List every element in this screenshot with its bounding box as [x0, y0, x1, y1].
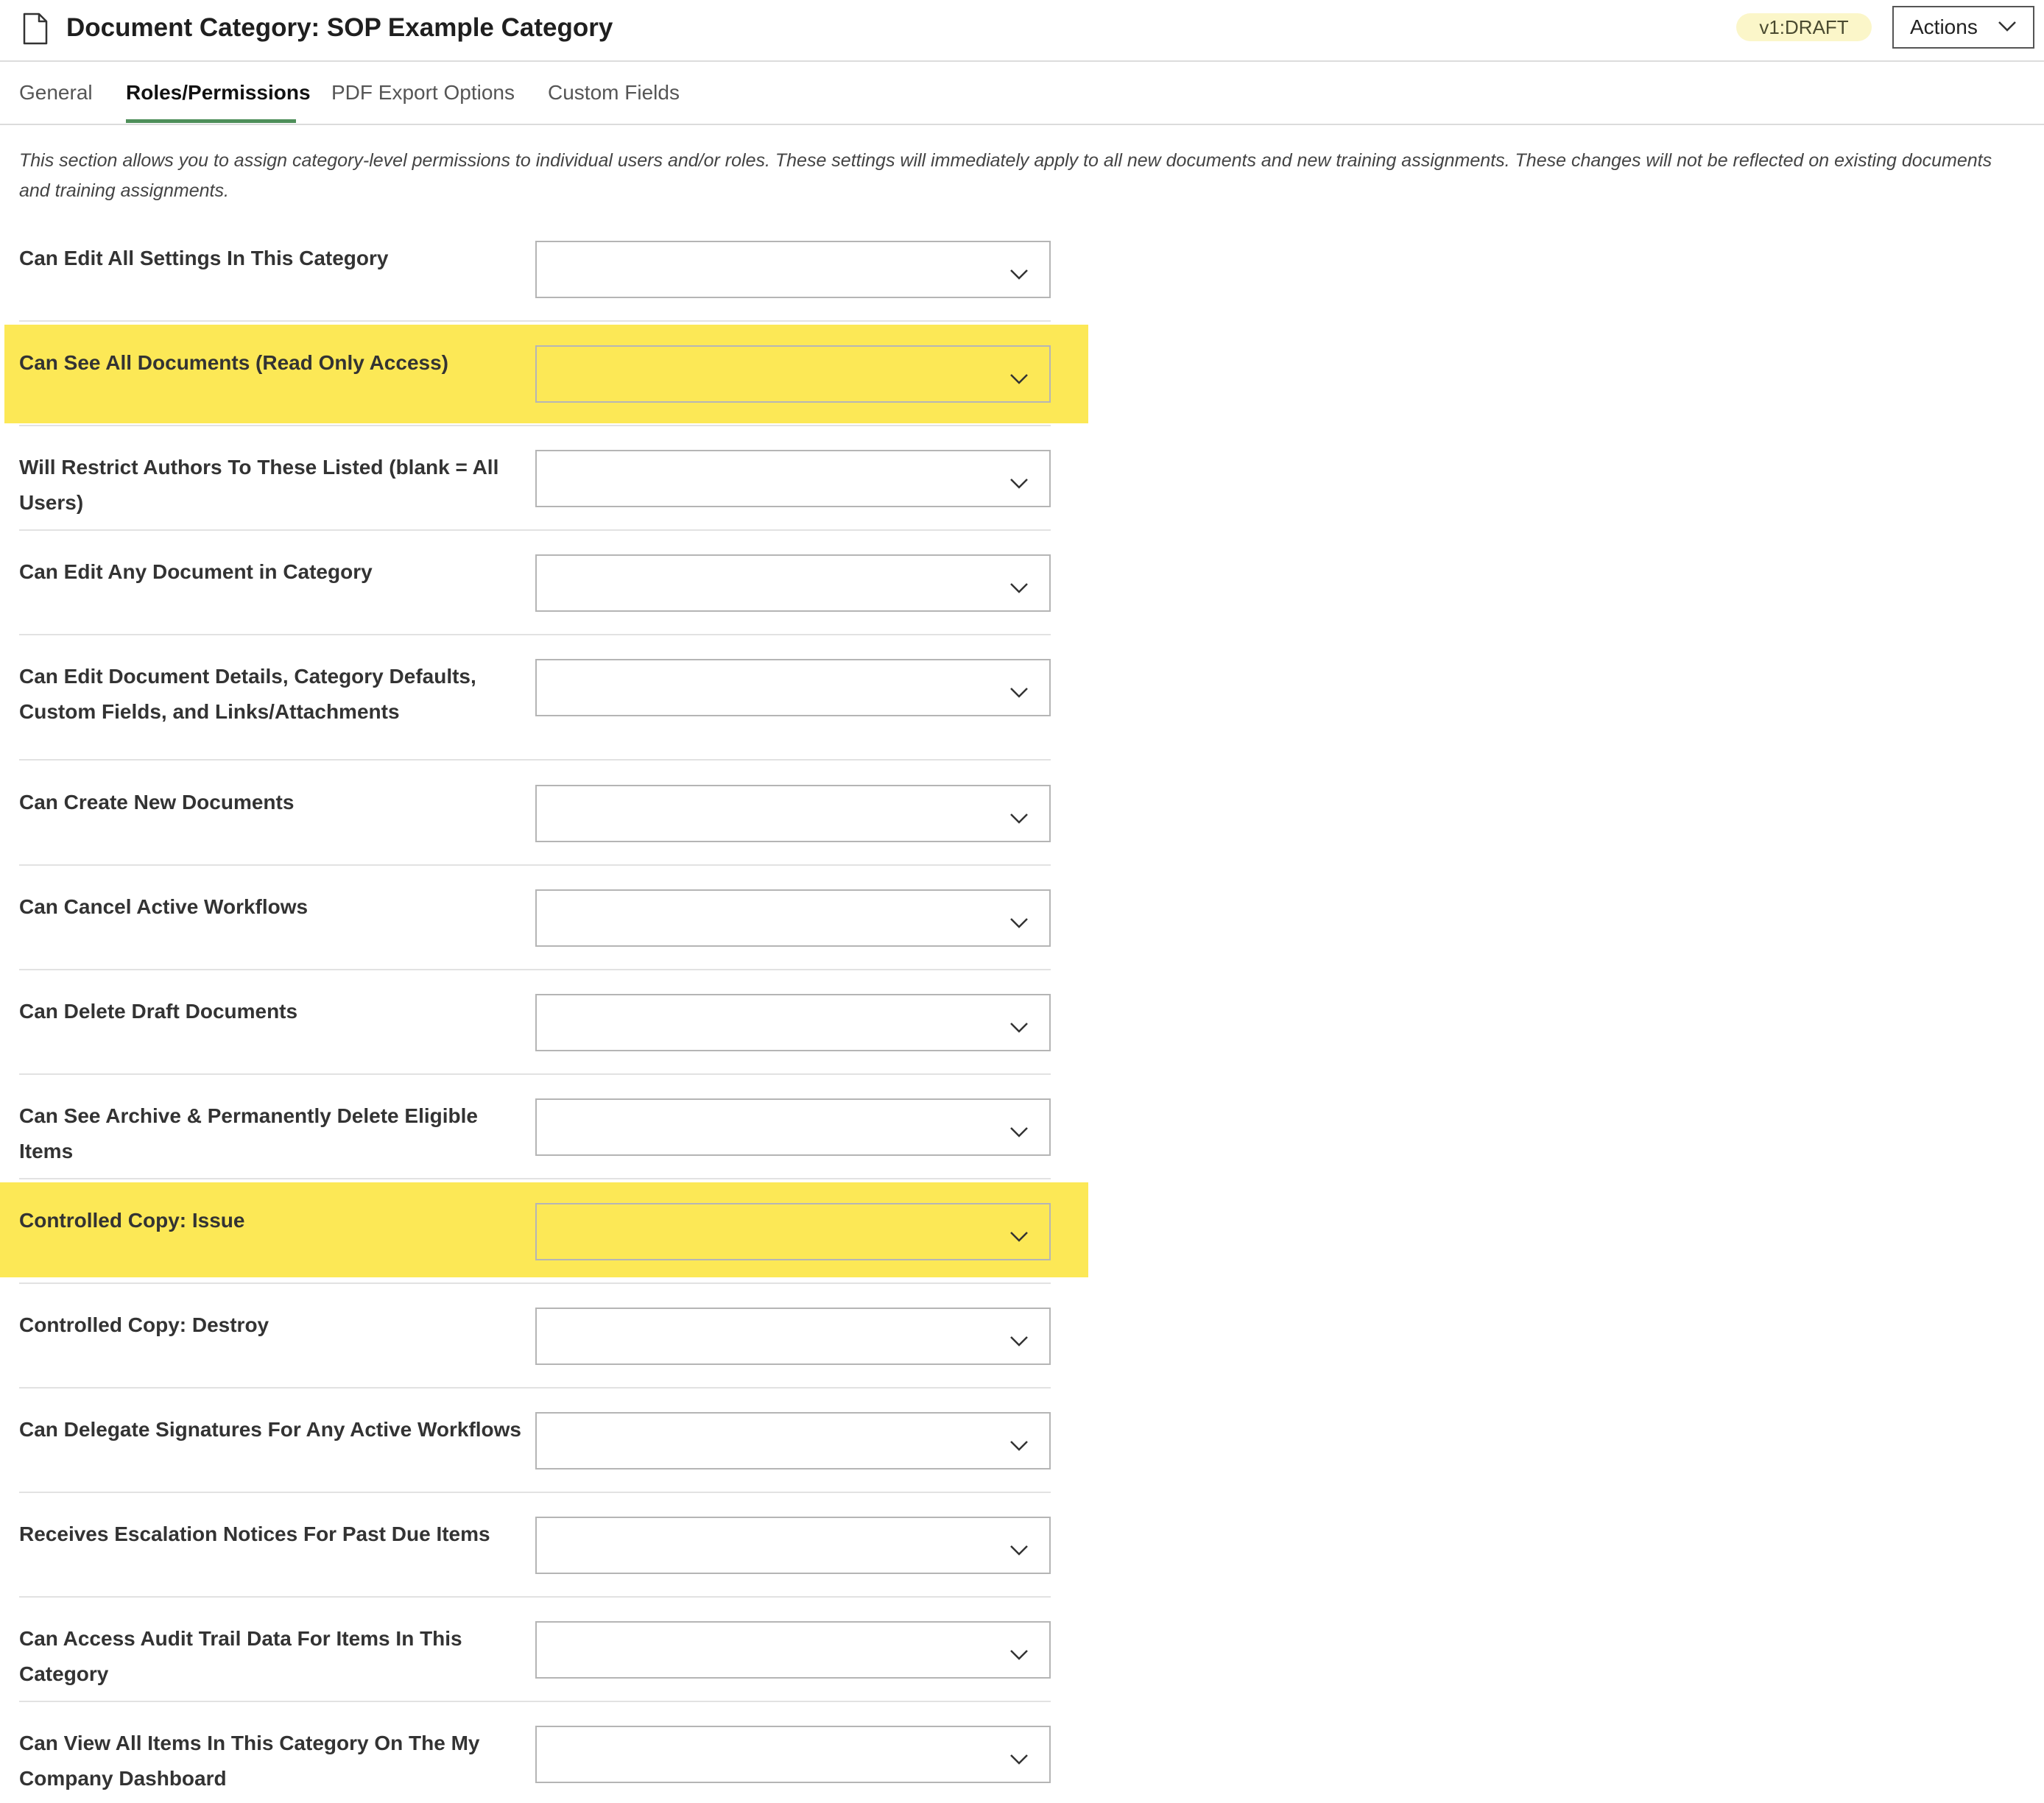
- chevron-down-icon: [1010, 1754, 1028, 1765]
- row-divider: [19, 1178, 1051, 1179]
- permission-label: Can See All Documents (Read Only Access): [19, 351, 448, 374]
- permission-select[interactable]: [535, 1203, 1051, 1260]
- chevron-down-icon: [1010, 1545, 1028, 1556]
- permission-label: Can View All Items In This Category On T…: [19, 1732, 480, 1790]
- active-tab-indicator: [126, 119, 296, 123]
- row-divider: [19, 1282, 1051, 1284]
- permission-select[interactable]: [535, 1412, 1051, 1469]
- permission-select[interactable]: [535, 450, 1051, 507]
- chevron-down-icon: [1998, 21, 2016, 32]
- permission-label: Controlled Copy: Destroy: [19, 1313, 269, 1336]
- row-divider: [19, 864, 1051, 866]
- row-divider: [19, 1596, 1051, 1598]
- chevron-down-icon: [1010, 269, 1028, 280]
- permission-select[interactable]: [535, 1308, 1051, 1365]
- chevron-down-icon: [1010, 479, 1028, 489]
- actions-button[interactable]: Actions: [1892, 6, 2034, 49]
- permission-label: Can See Archive & Permanently Delete Eli…: [19, 1104, 478, 1162]
- permission-select[interactable]: [535, 1098, 1051, 1156]
- permission-label: Can Delegate Signatures For Any Active W…: [19, 1418, 522, 1441]
- page-header: Document Category: SOP Example Category …: [0, 0, 2044, 62]
- chevron-down-icon: [1010, 1023, 1028, 1033]
- row-divider: [19, 634, 1051, 635]
- permission-label: Can Edit Any Document in Category: [19, 560, 373, 583]
- actions-label: Actions: [1910, 15, 1978, 38]
- chevron-down-icon: [1010, 814, 1028, 824]
- permission-select[interactable]: [535, 241, 1051, 298]
- permission-select[interactable]: [535, 345, 1051, 403]
- row-divider: [19, 1073, 1051, 1075]
- chevron-down-icon: [1010, 1441, 1028, 1451]
- permission-select[interactable]: [535, 994, 1051, 1051]
- tab-pdf-export-options[interactable]: PDF Export Options: [331, 78, 515, 107]
- row-divider: [19, 529, 1051, 531]
- permission-label: Receives Escalation Notices For Past Due…: [19, 1523, 490, 1545]
- row-divider: [19, 320, 1051, 322]
- permission-label: Can Access Audit Trail Data For Items In…: [19, 1627, 462, 1685]
- row-divider: [19, 1492, 1051, 1493]
- chevron-down-icon: [1010, 583, 1028, 593]
- permission-label: Will Restrict Authors To These Listed (b…: [19, 456, 499, 514]
- permission-select[interactable]: [535, 889, 1051, 947]
- permission-label: Can Edit All Settings In This Category: [19, 247, 389, 269]
- permission-select[interactable]: [535, 1726, 1051, 1783]
- permission-label: Can Edit Document Details, Category Defa…: [19, 665, 476, 723]
- row-divider: [19, 1701, 1051, 1702]
- permission-label: Can Delete Draft Documents: [19, 1000, 298, 1023]
- permission-label: Can Cancel Active Workflows: [19, 895, 309, 918]
- permission-select[interactable]: [535, 785, 1051, 842]
- row-divider: [19, 969, 1051, 970]
- permission-select[interactable]: [535, 554, 1051, 612]
- document-icon: [23, 13, 48, 45]
- tab-custom-fields[interactable]: Custom Fields: [548, 78, 680, 107]
- permission-select[interactable]: [535, 659, 1051, 716]
- permission-select[interactable]: [535, 1621, 1051, 1679]
- row-divider: [19, 1387, 1051, 1389]
- tab-bar: General Roles/Permissions PDF Export Opt…: [0, 62, 2044, 125]
- version-badge: v1:DRAFT: [1736, 13, 1872, 41]
- tab-roles-permissions[interactable]: Roles/Permissions: [126, 78, 311, 107]
- permission-label: Controlled Copy: Issue: [19, 1209, 245, 1232]
- chevron-down-icon: [1010, 374, 1028, 384]
- chevron-down-icon: [1010, 918, 1028, 928]
- chevron-down-icon: [1010, 1232, 1028, 1242]
- chevron-down-icon: [1010, 688, 1028, 698]
- row-divider: [19, 759, 1051, 761]
- tab-general[interactable]: General: [19, 78, 93, 107]
- section-description: This section allows you to assign catego…: [19, 150, 1992, 201]
- page-title: Document Category: SOP Example Category: [66, 13, 613, 42]
- permission-select[interactable]: [535, 1517, 1051, 1574]
- chevron-down-icon: [1010, 1127, 1028, 1137]
- chevron-down-icon: [1010, 1650, 1028, 1660]
- chevron-down-icon: [1010, 1336, 1028, 1347]
- permission-label: Can Create New Documents: [19, 791, 295, 814]
- row-divider: [19, 425, 1051, 426]
